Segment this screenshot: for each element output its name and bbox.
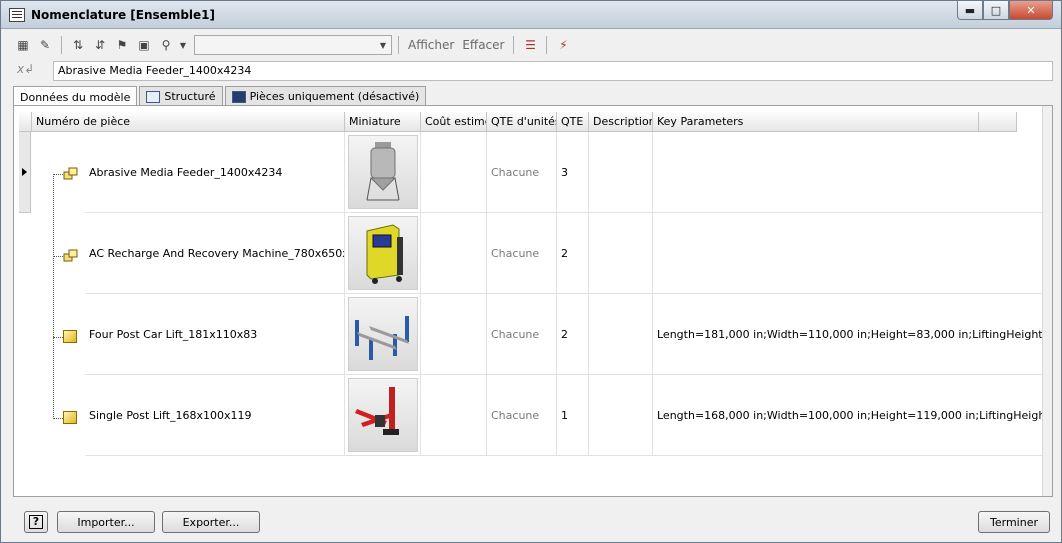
key-parameters-cell[interactable]: Length=181,000 in;Width=110,000 in;Heigh…: [653, 294, 1050, 375]
renumber-icon[interactable]: ▣: [134, 35, 154, 55]
estimated-cost-cell[interactable]: [421, 213, 487, 294]
help-icon: ?: [29, 515, 43, 529]
tab-parts-only[interactable]: Pièces uniquement (désactivé): [224, 86, 427, 106]
tab-label: Pièces uniquement (désactivé): [249, 90, 420, 103]
toolbar-separator: [61, 36, 62, 54]
column-header-unit-qty[interactable]: QTE d'unités: [487, 112, 557, 132]
sort-descending-icon[interactable]: ⇵: [90, 35, 110, 55]
description-cell[interactable]: [589, 375, 653, 456]
part-number-cell[interactable]: Four Post Car Lift_181x110x83: [85, 294, 345, 375]
find-icon[interactable]: ⚲: [156, 35, 176, 55]
close-button[interactable]: ✕: [1009, 1, 1053, 20]
toolbar-separator: [546, 36, 548, 54]
column-header-extra: [979, 112, 1017, 132]
bom-view-icon[interactable]: ▦: [13, 35, 33, 55]
toolbar: ▦ ✎ ⇅ ⇵ ⚑ ▣ ⚲ ▼ ▼ Afficher Effacer ☰ ⚡: [13, 32, 573, 58]
single-post-lift-thumbnail: [348, 378, 418, 452]
key-parameters-cell[interactable]: [653, 213, 1050, 294]
assembly-icon: [63, 249, 78, 262]
current-row-arrow-icon: [22, 168, 27, 176]
unit-qty-cell[interactable]: Chacune: [487, 132, 557, 213]
column-chooser-icon[interactable]: ☰: [520, 35, 540, 55]
tab-label: Données du modèle: [20, 90, 131, 104]
description-cell[interactable]: [589, 294, 653, 375]
filter-combo[interactable]: ▼: [194, 35, 392, 55]
toolbar-separator: [398, 36, 399, 54]
qty-cell[interactable]: 1: [557, 375, 589, 456]
tab-strip: Données du modèle Structuré Pièces uniqu…: [13, 86, 428, 107]
part-icon: [63, 330, 77, 343]
structure-icon: [146, 90, 161, 103]
unit-qty-cell[interactable]: Chacune: [487, 213, 557, 294]
thumbnail-cell: [345, 375, 421, 456]
description-cell[interactable]: [589, 132, 653, 213]
path-bar: x↲ Abrasive Media Feeder_1400x4234: [13, 60, 1053, 82]
combo-arrow-icon[interactable]: ▼: [375, 36, 391, 54]
tab-structured[interactable]: Structuré: [139, 86, 223, 106]
parts-list-icon: [231, 90, 246, 103]
bom-grid: Numéro de pièce Miniature Coût estimé QT…: [19, 112, 1050, 458]
update-icon[interactable]: ⚡: [553, 35, 573, 55]
chevron-down-icon[interactable]: ▼: [178, 35, 188, 55]
part-number-cell[interactable]: AC Recharge And Recovery Machine_780x650…: [85, 213, 345, 294]
column-header-qty[interactable]: QTE: [557, 112, 589, 132]
column-header-part-number[interactable]: Numéro de pièce: [32, 112, 345, 132]
clear-button[interactable]: Effacer: [459, 38, 507, 52]
part-icon: [63, 411, 77, 424]
path-field[interactable]: Abrasive Media Feeder_1400x4234: [53, 61, 1053, 81]
column-header-key-parameters[interactable]: Key Parameters: [653, 112, 979, 132]
bom-grid-panel: Numéro de pièce Miniature Coût estimé QT…: [13, 105, 1053, 497]
column-header-description[interactable]: Description: [589, 112, 653, 132]
tab-model-data[interactable]: Données du modèle: [13, 86, 138, 107]
thumbnail-cell: [345, 294, 421, 375]
abrasive-feeder-thumbnail: [348, 135, 418, 209]
qty-cell[interactable]: 2: [557, 213, 589, 294]
column-header-estimated-cost[interactable]: Coût estimé: [421, 112, 487, 132]
bom-app-icon: [9, 8, 25, 22]
unit-qty-cell[interactable]: Chacune: [487, 375, 557, 456]
key-parameters-cell[interactable]: Length=168,000 in;Width=100,000 in;Heigh…: [653, 375, 1050, 456]
button-bar: ? Importer... Exporter... Terminer: [1, 506, 1061, 536]
thumbnail-cell: [345, 132, 421, 213]
assembly-icon: [63, 167, 78, 180]
edit-icon[interactable]: ✎: [35, 35, 55, 55]
formula-icon[interactable]: x↲: [17, 62, 39, 80]
unit-qty-cell[interactable]: Chacune: [487, 294, 557, 375]
item-icon[interactable]: ⚑: [112, 35, 132, 55]
tab-label: Structuré: [164, 90, 216, 103]
part-number-cell[interactable]: Abrasive Media Feeder_1400x4234: [85, 132, 345, 213]
row-header-corner: [19, 112, 32, 132]
help-button[interactable]: ?: [24, 511, 48, 533]
qty-cell[interactable]: 2: [557, 294, 589, 375]
estimated-cost-cell[interactable]: [421, 375, 487, 456]
qty-cell[interactable]: 3: [557, 132, 589, 213]
window-title: Nomenclature [Ensemble1]: [31, 8, 215, 22]
minimize-button[interactable]: ▬: [957, 1, 983, 20]
part-number-cell[interactable]: Single Post Lift_168x100x119: [85, 375, 345, 456]
description-cell[interactable]: [589, 213, 653, 294]
bom-window: Nomenclature [Ensemble1] ▬ □ ✕ ▦ ✎ ⇅ ⇵ ⚑…: [0, 0, 1062, 543]
sort-ascending-icon[interactable]: ⇅: [68, 35, 88, 55]
estimated-cost-cell[interactable]: [421, 294, 487, 375]
maximize-button[interactable]: □: [983, 1, 1009, 20]
finish-button[interactable]: Terminer: [978, 511, 1050, 533]
four-post-lift-thumbnail: [348, 297, 418, 371]
ac-machine-thumbnail: [348, 216, 418, 290]
import-button[interactable]: Importer...: [57, 511, 155, 533]
thumbnail-cell: [345, 213, 421, 294]
title-bar[interactable]: Nomenclature [Ensemble1] ▬ □ ✕: [1, 1, 1061, 29]
show-button[interactable]: Afficher: [405, 38, 457, 52]
toolbar-separator: [513, 36, 515, 54]
tree-connector: [53, 174, 54, 419]
key-parameters-cell[interactable]: [653, 132, 1050, 213]
estimated-cost-cell[interactable]: [421, 132, 487, 213]
column-header-thumbnail[interactable]: Miniature: [345, 112, 421, 132]
window-controls: ▬ □ ✕: [957, 1, 1053, 20]
export-button[interactable]: Exporter...: [162, 511, 260, 533]
vertical-scrollbar[interactable]: [1042, 106, 1052, 496]
